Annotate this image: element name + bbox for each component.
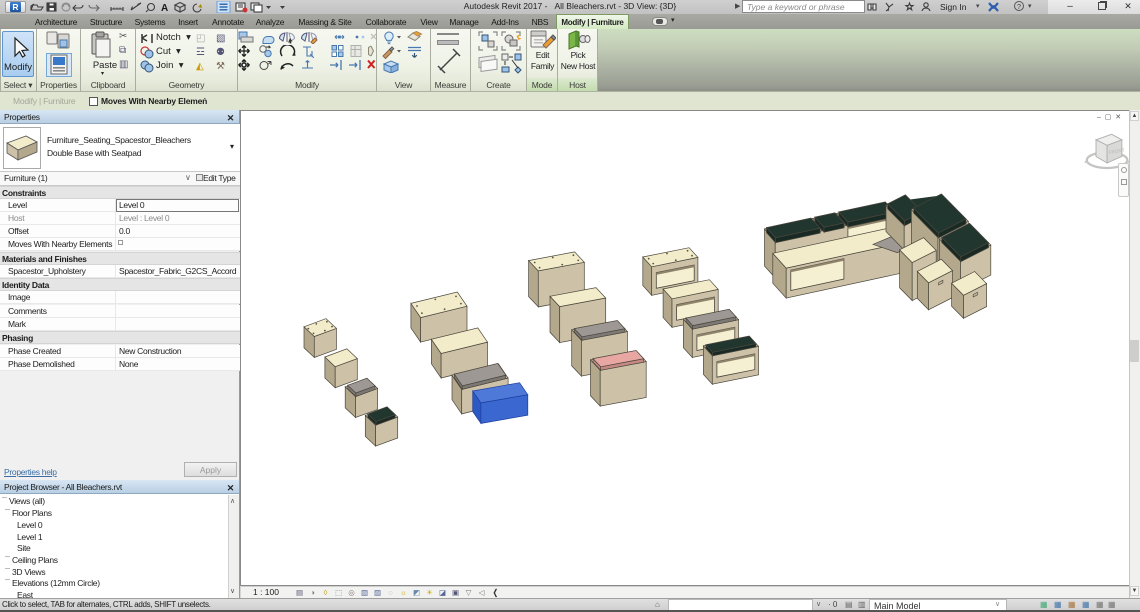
svg-text:A: A [161, 3, 168, 13]
